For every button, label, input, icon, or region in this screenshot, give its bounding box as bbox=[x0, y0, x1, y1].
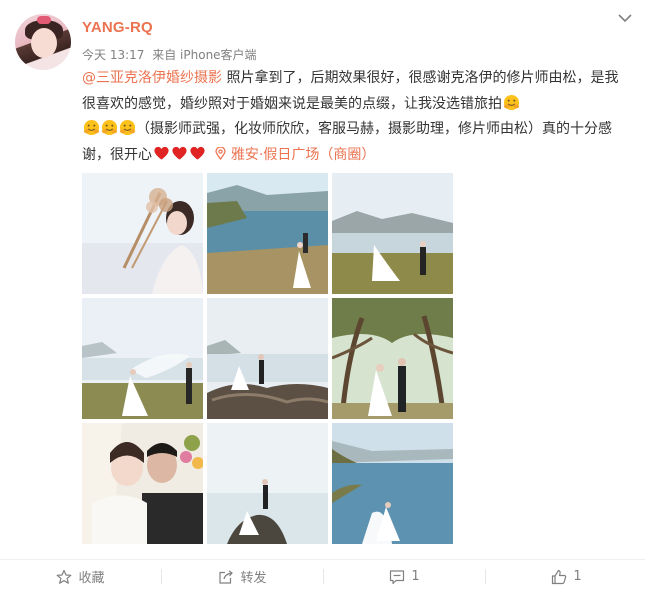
chevron-down-icon[interactable] bbox=[617, 12, 633, 24]
post-meta: 今天 13:17 来自 iPhone客户端 bbox=[82, 46, 261, 63]
location-pin-icon bbox=[215, 145, 226, 160]
comment-icon bbox=[390, 569, 405, 584]
topic-link[interactable]: @三亚克洛伊婚纱摄影 bbox=[82, 70, 222, 86]
star-icon bbox=[57, 569, 72, 584]
hug-emoji bbox=[119, 119, 135, 136]
hug-emoji bbox=[83, 119, 99, 136]
weibo-post-card: YANG-RQ 今天 13:17 来自 iPhone客户端 @三亚克洛伊婚纱摄影… bbox=[0, 0, 645, 592]
post-source: 来自 iPhone客户端 bbox=[152, 48, 257, 62]
location-label: 雅安·假日广场（商圈） bbox=[230, 146, 376, 163]
comment-count: 1 bbox=[411, 569, 420, 584]
action-bar: 收藏 转发 1 1 bbox=[0, 559, 645, 592]
photo-lakeside-couple[interactable] bbox=[207, 173, 328, 294]
avatar[interactable] bbox=[15, 14, 71, 70]
post-content: @三亚克洛伊婚纱摄影 照片拿到了，后期效果很好，很感谢克洛伊的修片师由松，是我很… bbox=[82, 66, 622, 168]
photo-rocks-couple[interactable] bbox=[207, 298, 328, 419]
repost-label: 转发 bbox=[240, 571, 267, 586]
photo-shore-bride[interactable] bbox=[332, 423, 453, 544]
red-heart-emoji bbox=[171, 146, 187, 160]
favorite-button[interactable]: 收藏 bbox=[0, 560, 161, 592]
hug-emoji bbox=[503, 94, 519, 110]
username[interactable]: YANG-RQ bbox=[82, 19, 153, 36]
like-button[interactable]: 1 bbox=[486, 560, 645, 592]
share-icon bbox=[219, 569, 234, 584]
hug-emoji bbox=[101, 119, 117, 136]
photo-grass-veil[interactable] bbox=[332, 173, 453, 294]
photo-forest-couple[interactable] bbox=[332, 298, 453, 419]
repost-button[interactable]: 转发 bbox=[162, 560, 323, 592]
photo-kiss-closeup[interactable] bbox=[82, 423, 203, 544]
favorite-label: 收藏 bbox=[78, 571, 105, 586]
photo-bride-bouquet[interactable] bbox=[82, 173, 203, 294]
location-link[interactable]: 雅安·假日广场（商圈） bbox=[215, 145, 376, 163]
post-time[interactable]: 今天 13:17 bbox=[82, 48, 144, 62]
photo-grid bbox=[82, 173, 454, 545]
comment-button[interactable]: 1 bbox=[324, 560, 485, 592]
like-count: 1 bbox=[573, 569, 582, 584]
thumbs-up-icon bbox=[552, 569, 567, 584]
photo-rock-lake[interactable] bbox=[207, 423, 328, 544]
red-heart-emoji bbox=[153, 146, 169, 160]
red-heart-emoji bbox=[189, 146, 205, 160]
photo-veil-wind[interactable] bbox=[82, 298, 203, 419]
